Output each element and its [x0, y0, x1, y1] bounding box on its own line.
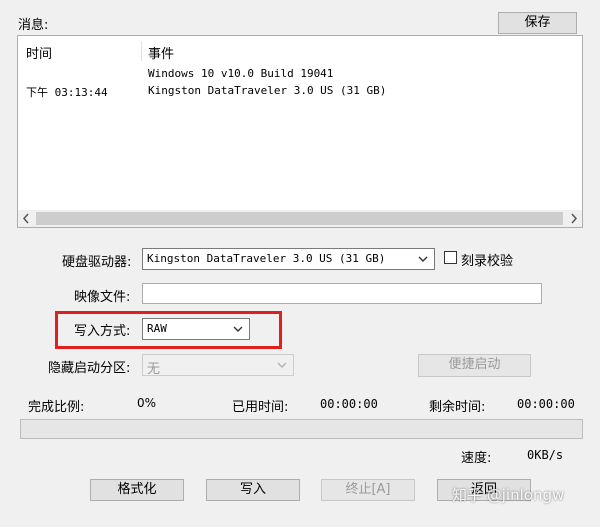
hidden-partition-select[interactable]: 无 [142, 354, 294, 377]
save-button[interactable]: 保存 [498, 12, 577, 34]
quick-boot-button[interactable]: 便捷启动 [418, 354, 531, 377]
messages-label: 消息: [18, 18, 49, 33]
column-divider[interactable] [141, 41, 142, 61]
drive-label: 硬盘驱动器: [62, 255, 132, 270]
write-button[interactable]: 写入 [206, 479, 300, 501]
column-header-time[interactable]: 时间 [26, 43, 52, 62]
image-file-label: 映像文件: [74, 290, 131, 305]
remaining-label: 剩余时间: [429, 400, 486, 415]
scroll-left-icon[interactable] [18, 210, 35, 227]
message-list[interactable]: 时间 事件 Windows 10 v10.0 Build 19041 下午 03… [17, 35, 583, 228]
scrollbar-thumb[interactable] [36, 212, 563, 225]
chevron-down-icon [233, 326, 243, 332]
drive-select[interactable]: Kingston DataTraveler 3.0 US (31 GB) [142, 248, 435, 270]
chevron-down-icon [418, 256, 428, 262]
verify-checkbox[interactable] [444, 251, 457, 264]
remaining-value: 00:00:00 [517, 397, 575, 411]
write-mode-select[interactable]: RAW [142, 318, 250, 340]
progress-bar [20, 419, 583, 439]
horizontal-scrollbar[interactable] [18, 210, 582, 227]
list-item-event: Windows 10 v10.0 Build 19041 [148, 67, 334, 80]
list-item-time: 下午 03:13:44 [26, 86, 108, 99]
verify-checkbox-label[interactable]: 刻录校验 [461, 250, 513, 269]
list-item-event: Kingston DataTraveler 3.0 US (31 GB) [148, 84, 387, 97]
image-file-input[interactable] [142, 283, 542, 304]
complete-value: 0% [137, 396, 157, 410]
drive-select-value: Kingston DataTraveler 3.0 US (31 GB) [147, 252, 386, 265]
stop-button[interactable]: 终止[A] [321, 479, 415, 501]
elapsed-label: 已用时间: [232, 400, 289, 415]
write-mode-label: 写入方式: [74, 324, 131, 339]
chevron-down-icon [277, 362, 287, 368]
hidden-partition-label: 隐藏启动分区: [48, 361, 131, 376]
write-mode-value: RAW [147, 322, 167, 335]
format-button[interactable]: 格式化 [90, 479, 184, 501]
speed-value: 0KB/s [527, 448, 564, 462]
speed-label: 速度: [461, 451, 492, 466]
watermark: 知乎 @jinlongw [452, 486, 565, 504]
hidden-partition-value: 无 [147, 362, 161, 377]
scroll-right-icon[interactable] [565, 210, 582, 227]
complete-label: 完成比例: [28, 400, 85, 415]
column-header-event[interactable]: 事件 [148, 43, 174, 62]
elapsed-value: 00:00:00 [320, 397, 378, 411]
